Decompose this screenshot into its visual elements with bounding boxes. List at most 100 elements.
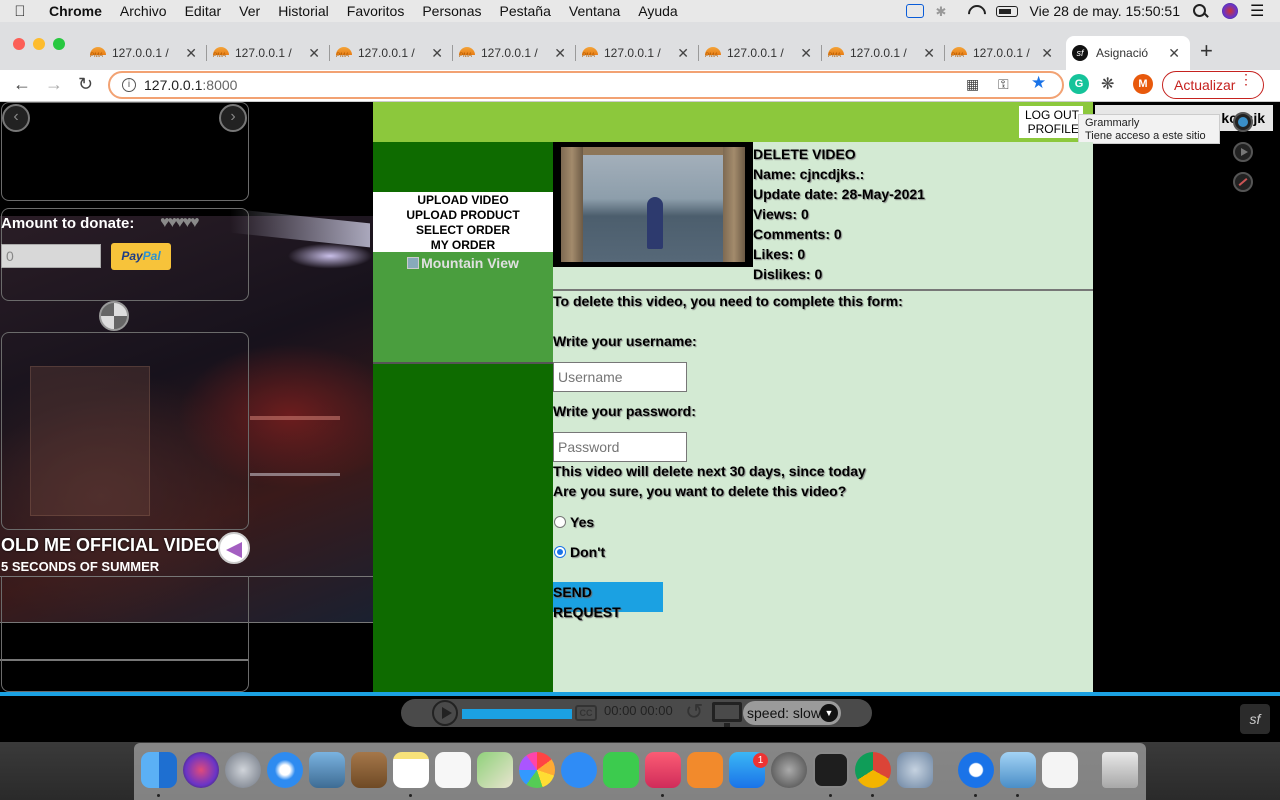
tab-phpmyadmin-1[interactable]: 127.0.0.1 / ✕ (84, 36, 207, 70)
rating-hearts-icon[interactable]: ♥♥♥♥♥ (160, 214, 199, 232)
close-tab-icon[interactable]: ✕ (1041, 45, 1063, 62)
minimize-window-button[interactable] (33, 38, 45, 50)
sidebar-item-upload-video[interactable]: UPLOAD VIDEO (373, 193, 553, 208)
teamviewer-dock-icon[interactable] (958, 752, 994, 788)
tab-phpmyadmin-5[interactable]: 127.0.0.1 / ✕ (576, 36, 699, 70)
menu-app-name[interactable]: Chrome (40, 3, 111, 19)
play-icon[interactable] (432, 700, 458, 726)
radio-yes[interactable] (554, 516, 566, 528)
extensions-puzzle-icon[interactable]: ❋ (1101, 74, 1114, 94)
launchpad-icon[interactable] (225, 752, 261, 788)
sidebar-item-my-order[interactable]: MY ORDER (373, 238, 553, 253)
bluetooth-icon[interactable]: ✱ (936, 4, 954, 19)
battery-icon[interactable] (995, 5, 1018, 17)
close-tab-icon[interactable]: ✕ (923, 45, 945, 62)
tab-phpmyadmin-7[interactable]: 127.0.0.1 / ✕ (822, 36, 945, 70)
close-tab-icon[interactable]: ✕ (677, 45, 699, 62)
siri-icon[interactable] (1222, 3, 1238, 19)
document-icon[interactable] (1042, 752, 1078, 788)
screen-icon[interactable] (712, 702, 742, 727)
previous-video-icon[interactable]: ‹ (2, 104, 30, 132)
bookmark-star-icon[interactable]: ★ (1031, 73, 1046, 93)
donate-amount-input[interactable]: 0 (1, 244, 101, 268)
mail-stamp-icon[interactable] (309, 752, 345, 788)
tab-phpmyadmin-8[interactable]: 127.0.0.1 / ✕ (945, 36, 1063, 70)
close-tab-icon[interactable]: ✕ (308, 45, 330, 62)
forward-icon[interactable]: → (45, 74, 63, 95)
grammarly-extension-icon[interactable]: G (1069, 74, 1089, 94)
menu-personas[interactable]: Personas (413, 3, 490, 19)
username-input[interactable] (553, 362, 687, 392)
teamviewer-icon[interactable] (905, 4, 924, 18)
tab-phpmyadmin-6[interactable]: 127.0.0.1 / ✕ (699, 36, 822, 70)
tab-phpmyadmin-2[interactable]: 127.0.0.1 / ✕ (207, 36, 330, 70)
crosshair-icon[interactable] (99, 301, 129, 331)
tab-phpmyadmin-3[interactable]: 127.0.0.1 / ✕ (330, 36, 453, 70)
profile-link[interactable]: PROFILE (1019, 122, 1079, 136)
tab-active[interactable]: sf Asignació ✕ (1066, 36, 1190, 70)
profile-avatar[interactable]: M (1133, 74, 1153, 94)
menu-historial[interactable]: Historial (269, 3, 338, 19)
sidebar-item-upload-product[interactable]: UPLOAD PRODUCT (373, 208, 553, 223)
music-icon[interactable] (645, 752, 681, 788)
spotlight-icon[interactable] (1192, 4, 1210, 18)
notes-icon[interactable] (393, 752, 429, 788)
photos-icon[interactable] (519, 752, 555, 788)
menu-ver[interactable]: Ver (230, 3, 269, 19)
books-icon[interactable] (687, 752, 723, 788)
search-circle-icon[interactable] (1233, 112, 1253, 132)
finder-icon[interactable] (141, 752, 177, 788)
qr-code-icon[interactable]: ▦ (966, 76, 979, 93)
megaphone-icon[interactable] (218, 532, 250, 564)
notification-center-icon[interactable] (1250, 1, 1268, 21)
close-tab-icon[interactable]: ✕ (185, 45, 207, 62)
utilities-gear-icon[interactable] (897, 752, 933, 788)
sidebar-item-select-order[interactable]: SELECT ORDER (373, 223, 553, 238)
close-tab-icon[interactable]: ✕ (431, 45, 453, 62)
speed-select[interactable]: speed: slowe ▼ (743, 701, 841, 725)
safari-icon[interactable] (267, 752, 303, 788)
new-tab-button[interactable]: + (1200, 38, 1213, 64)
reminders-icon[interactable] (435, 752, 471, 788)
menu-favoritos[interactable]: Favoritos (338, 3, 414, 19)
back-icon[interactable]: ← (13, 74, 31, 95)
loop-icon[interactable]: ↺ (685, 699, 703, 725)
terminal-icon[interactable] (813, 752, 849, 788)
captions-icon[interactable]: CC (575, 705, 597, 721)
clock[interactable]: Vie 28 de may. 15:50:51 (1030, 3, 1180, 19)
password-input[interactable] (553, 432, 687, 462)
paypal-button[interactable]: PayPal (111, 243, 171, 270)
site-info-icon[interactable]: i (122, 78, 136, 92)
maps-icon[interactable] (477, 752, 513, 788)
close-window-button[interactable] (13, 38, 25, 50)
guitar-icon[interactable] (1233, 172, 1253, 192)
contacts-icon[interactable] (351, 752, 387, 788)
next-video-icon[interactable]: › (219, 104, 247, 132)
tab-phpmyadmin-4[interactable]: 127.0.0.1 / ✕ (453, 36, 576, 70)
logout-link[interactable]: LOG OUT (1019, 108, 1079, 122)
radio-dont[interactable] (554, 546, 566, 558)
menu-archivo[interactable]: Archivo (111, 3, 176, 19)
menu-editar[interactable]: Editar (176, 3, 231, 19)
address-bar[interactable]: i 127.0.0.1:8000 (108, 71, 1064, 99)
symfony-toolbar-icon[interactable]: sf (1240, 704, 1270, 734)
update-button[interactable]: Actualizar ⋮ (1162, 71, 1264, 99)
more-menu-icon[interactable]: ⋮ (1239, 72, 1253, 86)
menu-ventana[interactable]: Ventana (560, 3, 629, 19)
reload-icon[interactable]: ↻ (78, 74, 93, 95)
messages-icon[interactable] (561, 752, 597, 788)
trash-icon[interactable] (1102, 752, 1138, 788)
close-tab-icon[interactable]: ✕ (1168, 45, 1190, 62)
play-circle-icon[interactable] (1233, 142, 1253, 162)
key-icon[interactable]: ⚿ (998, 76, 1009, 93)
facetime-icon[interactable] (603, 752, 639, 788)
system-preferences-icon[interactable] (771, 752, 807, 788)
zoom-window-button[interactable] (53, 38, 65, 50)
chrome-icon[interactable] (855, 752, 891, 788)
progress-bar[interactable] (462, 709, 572, 719)
close-tab-icon[interactable]: ✕ (554, 45, 576, 62)
menu-pestana[interactable]: Pestaña (491, 3, 560, 19)
menu-ayuda[interactable]: Ayuda (629, 3, 686, 19)
close-tab-icon[interactable]: ✕ (800, 45, 822, 62)
send-request-button[interactable]: SEND REQUEST (553, 582, 663, 620)
